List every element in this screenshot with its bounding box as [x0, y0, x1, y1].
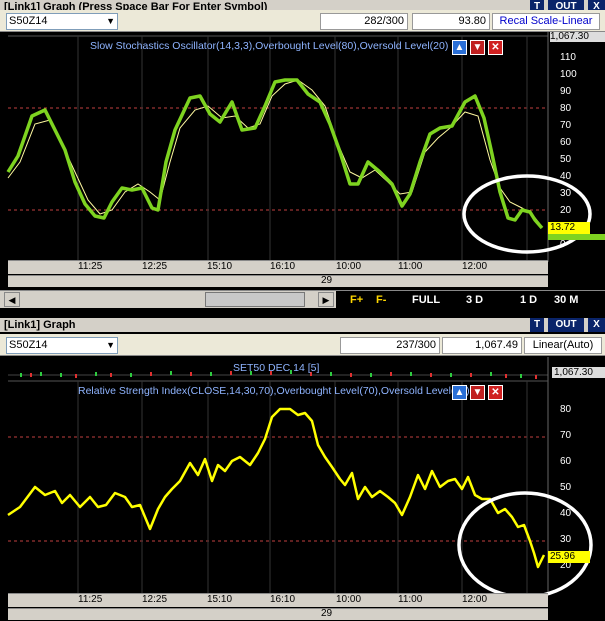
x-tick: 11:00 [398, 594, 423, 605]
y-tick: 40 [560, 508, 572, 519]
x-tick: 12:25 [142, 594, 168, 605]
full-button[interactable]: FULL [412, 291, 440, 309]
y-tick: 70 [560, 430, 572, 441]
stoch-slow-line [7, 79, 541, 225]
annotation-circle [457, 491, 593, 599]
bottom-out-button[interactable]: OUT [548, 318, 584, 332]
scroll-right-icon[interactable]: ▶ [318, 292, 334, 307]
y-tick: 50 [560, 482, 572, 493]
bottom-close-button[interactable]: X [588, 318, 605, 332]
up-arrow-icon[interactable]: ▲ [452, 40, 467, 55]
y-tick: 90 [560, 86, 572, 97]
rsi-line [7, 407, 546, 569]
zoom-out-button[interactable]: F- [376, 291, 386, 309]
rsi-current-value: 25.96 [548, 551, 590, 563]
bottom-symbol-value: S50Z14 [9, 339, 48, 351]
stochastic-chart[interactable]: Slow Stochastics Oscillator(14,3,3),Over… [0, 32, 605, 290]
x-tick: 15:10 [207, 261, 233, 272]
bottom-symbol-select[interactable]: S50Z14 ▼ [6, 337, 118, 354]
chevron-down-icon[interactable]: ▼ [106, 14, 115, 29]
y-tick: 80 [560, 404, 572, 415]
rsi-day-row: 29 [8, 608, 548, 620]
rsi-chart[interactable]: SET50 DEC 14 [5] Relative Strength Index… [0, 357, 605, 621]
zoom-in-button[interactable]: F+ [350, 291, 363, 309]
stoch-indicator-title: Slow Stochastics Oscillator(14,3,3),Over… [90, 40, 449, 52]
y-tick: 20 [560, 205, 572, 216]
top-symbol-select[interactable]: S50Z14 ▼ [6, 13, 118, 30]
stoch-current-value: 13.72 [548, 222, 590, 234]
bottom-window-titlebar: [Link1] Graph [0, 318, 605, 332]
top-count-field: 282/300 [320, 13, 408, 30]
y-tick: 30 [560, 188, 572, 199]
rsi-top-price: 1,067.30 [552, 367, 605, 378]
series-label: SET50 DEC 14 [5] [233, 362, 320, 374]
x-tick: 16:10 [270, 261, 296, 272]
bottom-count-field: 237/300 [340, 337, 440, 354]
x-tick: 11:25 [78, 594, 103, 605]
stoch-value-marker [548, 234, 605, 240]
down-arrow-icon[interactable]: ▼ [470, 40, 485, 55]
x-tick: 12:00 [462, 594, 488, 605]
x-tick: 12:25 [142, 261, 168, 272]
y-tick: 70 [560, 120, 572, 131]
down-arrow-icon[interactable]: ▼ [470, 385, 485, 400]
x-tick: 10:00 [336, 594, 362, 605]
30m-button[interactable]: 30 M [554, 291, 578, 309]
close-icon[interactable]: ✕ [488, 385, 503, 400]
recal-scale-button[interactable]: Recal Scale-Linear [492, 13, 600, 30]
1d-button[interactable]: 1 D [520, 291, 537, 309]
y-tick: 60 [560, 137, 572, 148]
y-tick: 30 [560, 534, 572, 545]
x-tick: 15:10 [207, 594, 233, 605]
top-scrollbar[interactable]: ◀ ▶ F+ F- FULL 3 D 1 D 30 M [0, 290, 605, 309]
3d-button[interactable]: 3 D [466, 291, 483, 309]
bottom-toolbar: S50Z14 ▼ 237/300 1,067.49 Linear(Auto) [0, 334, 605, 356]
x-tick: 11:00 [398, 261, 423, 272]
close-icon[interactable]: ✕ [488, 40, 503, 55]
y-tick: 100 [560, 69, 577, 80]
bottom-last-price: 1,067.49 [442, 337, 522, 354]
top-price-hidden: 1,067.30 [550, 32, 605, 42]
up-arrow-icon[interactable]: ▲ [452, 385, 467, 400]
y-tick: 80 [560, 103, 572, 114]
top-last-price: 93.80 [412, 13, 490, 30]
rsi-indicator-title: Relative Strength Index(CLOSE,14,30,70),… [78, 385, 470, 397]
chevron-down-icon[interactable]: ▼ [106, 338, 115, 353]
linear-auto-button[interactable]: Linear(Auto) [524, 337, 602, 354]
x-tick: 11:25 [78, 261, 103, 272]
timeframe-bar: F+ F- FULL 3 D 1 D 30 M [336, 291, 605, 309]
bottom-t-button[interactable]: T [530, 318, 544, 332]
top-toolbar: S50Z14 ▼ 282/300 93.80 Recal Scale-Linea… [0, 10, 605, 32]
stoch-day-row: 29 [8, 275, 548, 287]
top-symbol-value: S50Z14 [9, 15, 48, 27]
x-tick: 12:00 [462, 261, 488, 272]
stoch-x-axis: 11:25 12:25 15:10 16:10 10:00 11:00 12:0… [8, 260, 548, 274]
day-label: 29 [321, 275, 333, 286]
scroll-thumb[interactable] [205, 292, 305, 307]
scroll-left-icon[interactable]: ◀ [4, 292, 20, 307]
y-tick: 40 [560, 171, 572, 182]
day-label: 29 [321, 608, 333, 619]
x-tick: 16:10 [270, 594, 296, 605]
x-tick: 10:00 [336, 261, 362, 272]
stochastic-plot [6, 32, 592, 262]
bottom-window-title: [Link1] Graph [4, 319, 76, 331]
rsi-x-axis: 11:25 12:25 15:10 16:10 10:00 11:00 12:0… [8, 593, 548, 607]
y-tick: 50 [560, 154, 572, 165]
y-tick: 110 [560, 52, 576, 63]
y-tick: 60 [560, 456, 572, 467]
y-tick: 0 [560, 239, 566, 250]
